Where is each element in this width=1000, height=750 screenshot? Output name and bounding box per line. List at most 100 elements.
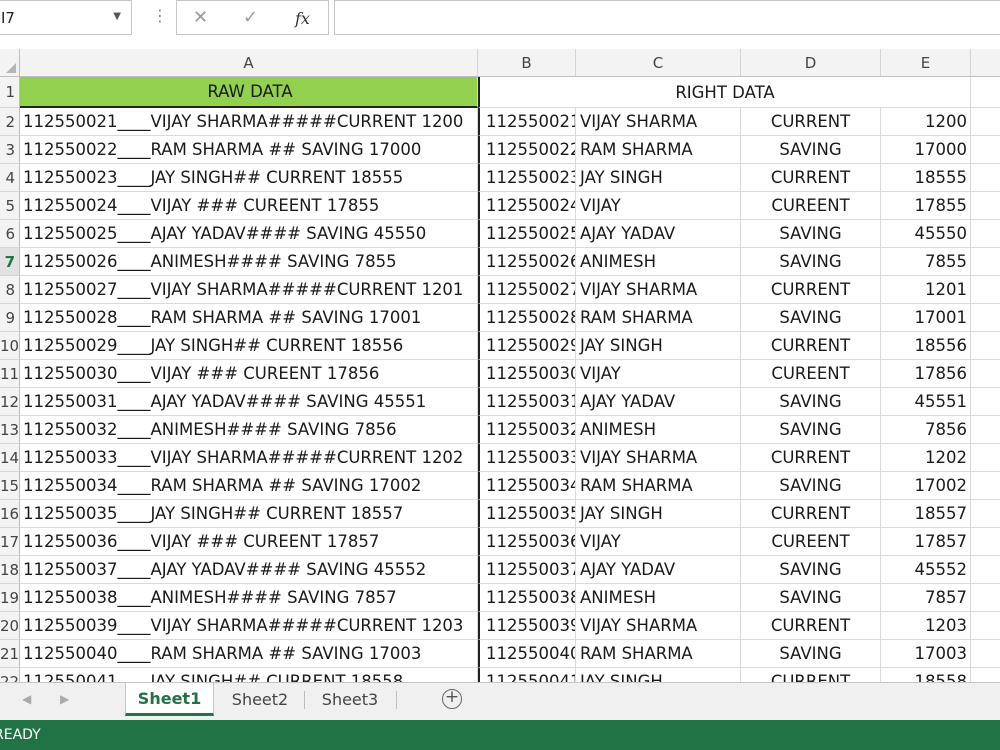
row-header[interactable]: 14 bbox=[0, 444, 20, 472]
account-type-cell[interactable]: SAVING bbox=[741, 248, 881, 276]
raw-data-cell[interactable]: 112550039____VIJAY SHARMA#####CURRENT 12… bbox=[20, 612, 478, 640]
account-id-cell[interactable]: 112550040 bbox=[478, 640, 576, 668]
account-id-cell[interactable]: 112550022 bbox=[478, 136, 576, 164]
raw-data-cell[interactable]: 112550026____ANIMESH#### SAVING 7855 bbox=[20, 248, 478, 276]
raw-data-header[interactable]: RAW DATA bbox=[20, 77, 478, 108]
empty-cell[interactable] bbox=[971, 528, 1000, 556]
raw-data-cell[interactable]: 112550030____VIJAY ### CUREENT 17856 bbox=[20, 360, 478, 388]
account-id-cell[interactable]: 112550030 bbox=[478, 360, 576, 388]
row-header[interactable]: 10 bbox=[0, 332, 20, 360]
empty-cell[interactable] bbox=[971, 332, 1000, 360]
raw-data-cell[interactable]: 112550021____VIJAY SHARMA#####CURRENT 12… bbox=[20, 108, 478, 136]
row-header[interactable]: 11 bbox=[0, 360, 20, 388]
raw-data-cell[interactable]: 112550031____AJAY YADAV#### SAVING 45551 bbox=[20, 388, 478, 416]
amount-cell[interactable]: 1202 bbox=[881, 444, 971, 472]
raw-data-cell[interactable]: 112550040____RAM SHARMA ## SAVING 17003 bbox=[20, 640, 478, 668]
account-id-cell[interactable]: 112550034 bbox=[478, 472, 576, 500]
formula-input[interactable] bbox=[334, 0, 1000, 35]
account-id-cell[interactable]: 112550023 bbox=[478, 164, 576, 192]
name-cell[interactable]: JAY SINGH bbox=[576, 332, 741, 360]
account-type-cell[interactable]: CURRENT bbox=[741, 500, 881, 528]
raw-data-cell[interactable]: 112550022____RAM SHARMA ## SAVING 17000 bbox=[20, 136, 478, 164]
amount-cell[interactable]: 7856 bbox=[881, 416, 971, 444]
amount-cell[interactable]: 7855 bbox=[881, 248, 971, 276]
raw-data-cell[interactable]: 112550034____RAM SHARMA ## SAVING 17002 bbox=[20, 472, 478, 500]
account-type-cell[interactable]: CURRENT bbox=[741, 444, 881, 472]
account-id-cell[interactable]: 112550027 bbox=[478, 276, 576, 304]
amount-cell[interactable]: 1203 bbox=[881, 612, 971, 640]
raw-data-cell[interactable]: 112550036____VIJAY ### CUREENT 17857 bbox=[20, 528, 478, 556]
amount-cell[interactable]: 18558 bbox=[881, 668, 971, 682]
account-id-cell[interactable]: 112550021 bbox=[478, 108, 576, 136]
empty-cell[interactable] bbox=[971, 584, 1000, 612]
name-cell[interactable]: AJAY YADAV bbox=[576, 220, 741, 248]
empty-cell[interactable] bbox=[971, 640, 1000, 668]
amount-cell[interactable]: 45550 bbox=[881, 220, 971, 248]
name-cell[interactable]: ANIMESH bbox=[576, 584, 741, 612]
raw-data-cell[interactable]: 112550027____VIJAY SHARMA#####CURRENT 12… bbox=[20, 276, 478, 304]
chevron-down-icon[interactable]: ▼ bbox=[113, 11, 121, 22]
account-id-cell[interactable]: 112550031 bbox=[478, 388, 576, 416]
raw-data-cell[interactable]: 112550033____VIJAY SHARMA#####CURRENT 12… bbox=[20, 444, 478, 472]
empty-cell[interactable] bbox=[971, 472, 1000, 500]
empty-cell[interactable] bbox=[971, 444, 1000, 472]
account-type-cell[interactable]: CURRENT bbox=[741, 108, 881, 136]
name-cell[interactable]: VIJAY bbox=[576, 360, 741, 388]
name-cell[interactable]: RAM SHARMA bbox=[576, 640, 741, 668]
row-header[interactable]: 6 bbox=[0, 220, 20, 248]
raw-data-cell[interactable]: 112550035____JAY SINGH## CURRENT 18557 bbox=[20, 500, 478, 528]
row-header-1[interactable]: 1 bbox=[0, 77, 20, 108]
scroll-right-icon[interactable]: ▶ bbox=[60, 692, 69, 706]
row-header[interactable]: 3 bbox=[0, 136, 20, 164]
column-header-d[interactable]: D bbox=[741, 49, 881, 77]
tab-sheet1[interactable]: Sheet1 bbox=[125, 683, 214, 716]
raw-data-cell[interactable]: 112550037____AJAY YADAV#### SAVING 45552 bbox=[20, 556, 478, 584]
account-id-cell[interactable]: 112550029 bbox=[478, 332, 576, 360]
account-type-cell[interactable]: SAVING bbox=[741, 304, 881, 332]
account-type-cell[interactable]: CURRENT bbox=[741, 668, 881, 682]
account-id-cell[interactable]: 112550028 bbox=[478, 304, 576, 332]
name-cell[interactable]: VIJAY SHARMA bbox=[576, 444, 741, 472]
account-id-cell[interactable]: 112550036 bbox=[478, 528, 576, 556]
row-header[interactable]: 9 bbox=[0, 304, 20, 332]
raw-data-cell[interactable]: 112550024____VIJAY ### CUREENT 17855 bbox=[20, 192, 478, 220]
amount-cell[interactable]: 1201 bbox=[881, 276, 971, 304]
empty-cell[interactable] bbox=[971, 248, 1000, 276]
name-cell[interactable]: RAM SHARMA bbox=[576, 304, 741, 332]
empty-cell[interactable] bbox=[971, 304, 1000, 332]
account-type-cell[interactable]: SAVING bbox=[741, 388, 881, 416]
amount-cell[interactable]: 45551 bbox=[881, 388, 971, 416]
name-cell[interactable]: RAM SHARMA bbox=[576, 472, 741, 500]
account-id-cell[interactable]: 112550039 bbox=[478, 612, 576, 640]
account-type-cell[interactable]: SAVING bbox=[741, 556, 881, 584]
name-cell[interactable]: VIJAY SHARMA bbox=[576, 612, 741, 640]
account-type-cell[interactable]: SAVING bbox=[741, 472, 881, 500]
tab-sheet3[interactable]: Sheet3 bbox=[306, 683, 394, 716]
column-header-a[interactable]: A bbox=[20, 49, 478, 77]
empty-cell[interactable] bbox=[971, 220, 1000, 248]
account-id-cell[interactable]: 112550033 bbox=[478, 444, 576, 472]
insert-function-icon[interactable]: fx bbox=[295, 9, 310, 28]
raw-data-cell[interactable]: 112550023____JAY SINGH## CURRENT 18555 bbox=[20, 164, 478, 192]
name-cell[interactable]: ANIMESH bbox=[576, 416, 741, 444]
column-header-b[interactable]: B bbox=[478, 49, 576, 77]
row-header[interactable]: 18 bbox=[0, 556, 20, 584]
amount-cell[interactable]: 45552 bbox=[881, 556, 971, 584]
raw-data-cell[interactable]: 112550028____RAM SHARMA ## SAVING 17001 bbox=[20, 304, 478, 332]
amount-cell[interactable]: 17857 bbox=[881, 528, 971, 556]
name-cell[interactable]: VIJAY bbox=[576, 528, 741, 556]
amount-cell[interactable]: 17003 bbox=[881, 640, 971, 668]
account-id-cell[interactable]: 112550041 bbox=[478, 668, 576, 682]
add-sheet-icon[interactable]: + bbox=[442, 689, 462, 709]
scroll-left-icon[interactable]: ◀ bbox=[22, 692, 31, 706]
row-header[interactable]: 22 bbox=[0, 668, 20, 682]
account-type-cell[interactable]: CURRENT bbox=[741, 276, 881, 304]
enter-icon[interactable]: ✓ bbox=[243, 7, 258, 28]
account-id-cell[interactable]: 112550026 bbox=[478, 248, 576, 276]
amount-cell[interactable]: 18557 bbox=[881, 500, 971, 528]
account-type-cell[interactable]: SAVING bbox=[741, 220, 881, 248]
row-header[interactable]: 17 bbox=[0, 528, 20, 556]
amount-cell[interactable]: 17855 bbox=[881, 192, 971, 220]
account-type-cell[interactable]: SAVING bbox=[741, 136, 881, 164]
amount-cell[interactable]: 7857 bbox=[881, 584, 971, 612]
